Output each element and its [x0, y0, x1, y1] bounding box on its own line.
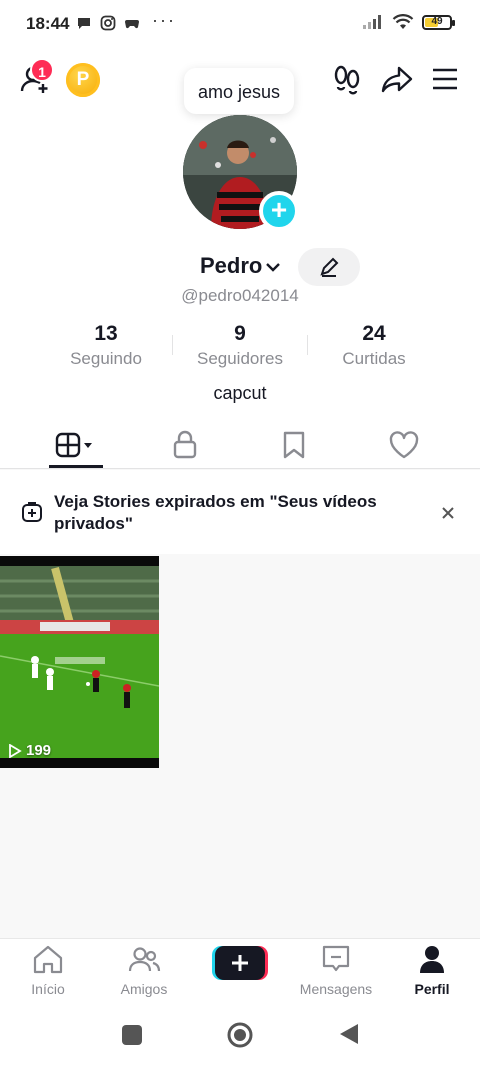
share-icon[interactable]	[380, 62, 414, 96]
bookmark-icon	[283, 431, 305, 459]
gamepad-icon	[125, 20, 139, 29]
pencil-icon	[320, 257, 339, 277]
tab-favorites[interactable]	[239, 422, 349, 468]
tab-liked[interactable]	[349, 422, 459, 468]
battery-icon: 49	[422, 14, 455, 30]
coin-button[interactable]: P	[66, 63, 100, 97]
signal-icon	[363, 15, 381, 29]
view-count: 199	[26, 742, 52, 759]
add-story-button[interactable]: +	[259, 191, 299, 231]
tab-videos[interactable]	[21, 422, 131, 468]
wifi-icon	[392, 14, 414, 29]
note-bubble[interactable]: amo jesus	[184, 68, 294, 114]
status-time: 18:44	[26, 14, 70, 33]
notification-badge: 1	[30, 58, 54, 82]
recent-apps-button[interactable]	[121, 1024, 143, 1046]
heart-icon	[389, 431, 419, 459]
battery-level: 49	[431, 15, 443, 27]
stat-value: 24	[362, 322, 386, 345]
nav-profile[interactable]: Perfil	[384, 944, 480, 997]
stories-banner-text: Veja Stories expirados em "Seus vídeos p…	[54, 492, 377, 533]
stat-followers[interactable]: 9 Seguidores	[170, 322, 310, 369]
create-button[interactable]	[212, 944, 268, 982]
home-icon	[33, 945, 63, 974]
stat-value: 13	[94, 322, 118, 345]
video-thumbnail[interactable]	[0, 556, 159, 768]
close-icon[interactable]	[436, 501, 460, 525]
nav-label: Mensagens	[299, 981, 373, 997]
status-more-dots: ···	[152, 10, 176, 30]
profile-icon	[420, 946, 444, 973]
stat-value: 9	[234, 322, 246, 345]
nav-messages[interactable]: Mensagens	[288, 944, 384, 997]
profile-bio: capcut	[213, 383, 267, 403]
nav-label: Início	[31, 981, 65, 997]
profile-name[interactable]: Pedro	[200, 253, 262, 279]
nav-friends[interactable]: Amigos	[96, 944, 192, 997]
nav-label: Amigos	[120, 981, 168, 997]
message-icon	[322, 945, 350, 972]
tab-private[interactable]	[130, 422, 240, 468]
friends-icon	[128, 947, 161, 972]
footprints-icon[interactable]	[330, 62, 364, 96]
stat-following[interactable]: 13 Seguindo	[36, 322, 176, 369]
menu-icon[interactable]	[428, 62, 462, 96]
lock-icon	[173, 430, 197, 459]
edit-profile-button[interactable]	[298, 248, 360, 286]
stat-label: Curtidas	[342, 349, 406, 368]
nav-label: Perfil	[414, 981, 450, 997]
back-button[interactable]	[338, 1022, 360, 1046]
home-button[interactable]	[226, 1021, 254, 1049]
chevron-down-icon[interactable]	[264, 258, 282, 276]
profile-handle: @pedro042014	[181, 286, 299, 305]
stat-label: Seguidores	[196, 349, 283, 368]
stat-label: Seguindo	[70, 349, 142, 368]
stories-add-icon	[22, 502, 42, 522]
play-icon	[9, 743, 22, 758]
grid-icon	[55, 432, 92, 458]
nav-home[interactable]: Início	[0, 944, 96, 997]
chat-notification-icon	[78, 18, 90, 29]
video-preview-image	[0, 556, 159, 768]
stat-likes[interactable]: 24 Curtidas	[304, 322, 444, 369]
video-views: 199	[8, 742, 51, 759]
instagram-icon	[100, 15, 116, 31]
